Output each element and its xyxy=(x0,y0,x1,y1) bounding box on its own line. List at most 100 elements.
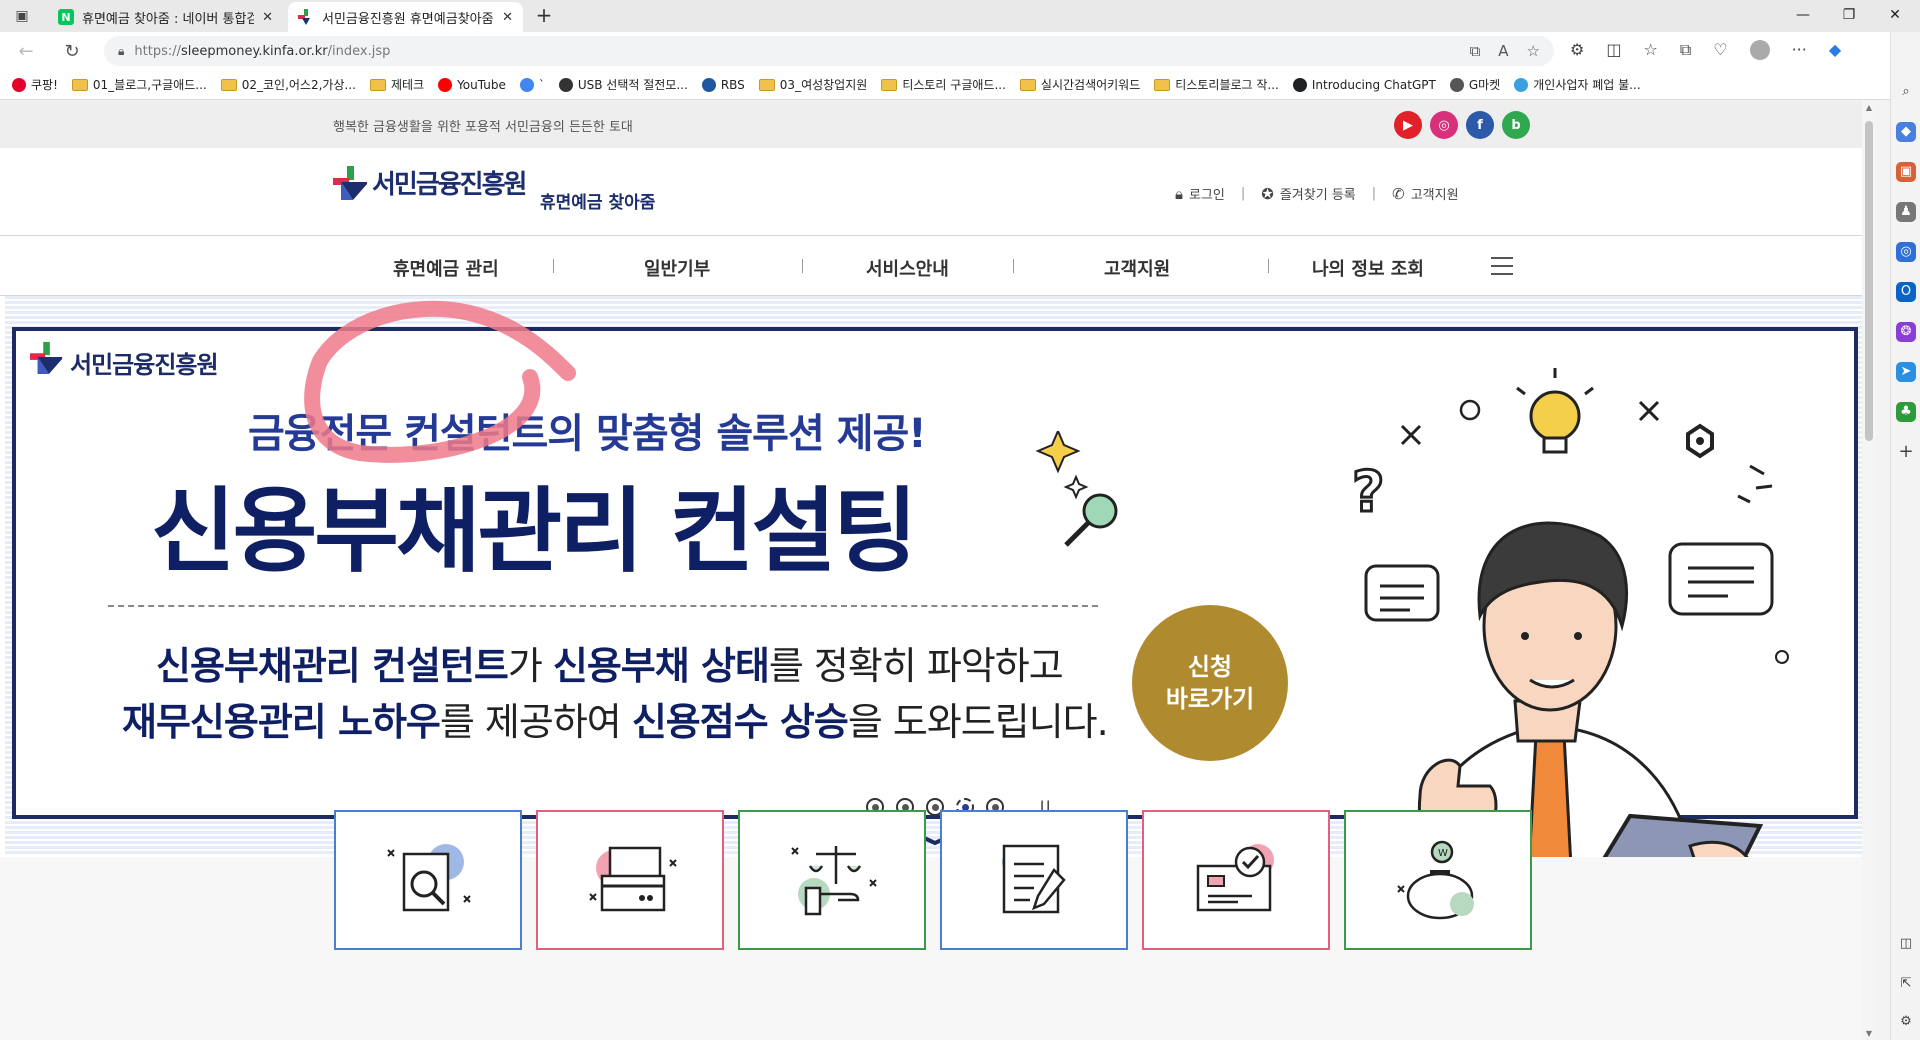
site-favicon-icon xyxy=(701,77,716,92)
quick-card-scale-hand[interactable] xyxy=(738,810,926,950)
settings-gear-icon[interactable]: ⚙ xyxy=(1896,1012,1916,1032)
lock-icon[interactable]: 🔒︎ xyxy=(118,44,124,59)
tab-actions-icon[interactable]: ▣ xyxy=(8,4,36,28)
search-icon[interactable]: ⌕ xyxy=(1896,82,1916,102)
apply-shortcut-button[interactable]: 신청 바로가기 xyxy=(1132,605,1288,761)
quick-card-document-pen[interactable] xyxy=(940,810,1128,950)
close-window-button[interactable]: ✕ xyxy=(1872,4,1918,26)
outlook-icon[interactable]: O xyxy=(1896,282,1916,302)
nav-customer-support[interactable]: 고객지원 xyxy=(1104,255,1170,281)
scroll-down-icon[interactable]: ▼ xyxy=(1864,1029,1874,1038)
bookmark-item[interactable]: 티스토리 구글애드... xyxy=(881,76,1006,93)
tree-icon[interactable]: ♣ xyxy=(1896,402,1916,422)
bookmark-item[interactable]: G마켓 xyxy=(1449,76,1500,93)
site-favicon-icon xyxy=(12,77,26,92)
popup-blocked-icon[interactable]: ⧉ xyxy=(1470,42,1481,60)
quick-card-search-document[interactable] xyxy=(334,810,522,950)
menu-hamburger-icon[interactable] xyxy=(1491,257,1513,275)
tools-icon[interactable]: ▣ xyxy=(1896,162,1916,182)
facebook-icon[interactable]: f xyxy=(1466,111,1494,139)
url-field[interactable]: 🔒︎ https://sleepmoney.kinfa.or.kr/index.… xyxy=(104,36,1554,66)
bookmark-item[interactable]: 개인사업자 폐업 불... xyxy=(1514,76,1641,93)
folder-icon xyxy=(1019,78,1036,91)
bookmark-item[interactable]: 티스토리블로그 작... xyxy=(1154,76,1279,93)
nav-dormant-deposit[interactable]: 휴면예금 관리 xyxy=(393,255,499,281)
main-navigation: 휴면예금 관리 일반기부 서비스안내 고객지원 나의 정보 조회 xyxy=(0,237,1862,296)
site-favicon-icon xyxy=(1514,77,1529,92)
site-tagline: 행복한 금융생활을 위한 포용적 서민금융의 든든한 토대 xyxy=(333,120,633,135)
logo-subtitle[interactable]: 휴면예금 찾아줌 xyxy=(540,188,655,213)
favorite-link[interactable]: ✪ 즐겨찾기 등록 xyxy=(1261,184,1355,204)
back-button[interactable]: ← xyxy=(14,40,38,64)
bookmark-item[interactable]: Introducing ChatGPT xyxy=(1292,77,1436,92)
folder-icon xyxy=(758,78,775,91)
microsoft365-icon[interactable]: ◎ xyxy=(1896,242,1916,262)
favorite-star-icon[interactable]: ☆ xyxy=(1527,42,1540,60)
magnifier-sparkle-icon xyxy=(1035,431,1118,547)
bookmark-item[interactable]: 실시간검색어키워드 xyxy=(1019,76,1140,93)
bookmark-item[interactable]: RBS xyxy=(701,77,745,92)
quick-card-card-payment[interactable] xyxy=(536,810,724,950)
games-icon[interactable]: ♟ xyxy=(1896,202,1916,222)
bookmark-item[interactable]: 01_블로그,구글애드... xyxy=(71,76,207,93)
shopping-tag-icon[interactable]: ◆ xyxy=(1896,122,1916,142)
kinfa-logo-icon[interactable] xyxy=(333,166,369,200)
bookmark-item[interactable]: 쿠팡! xyxy=(12,76,58,93)
browser-tab-naver[interactable]: N 휴면예금 찾아줌 : 네이버 통합검 ✕ xyxy=(48,2,283,32)
sidebar-toggle-icon[interactable]: ◫ xyxy=(1896,934,1916,954)
restore-button[interactable]: ❐ xyxy=(1826,4,1872,26)
blog-icon[interactable]: b xyxy=(1502,111,1530,139)
folder-icon xyxy=(220,78,237,91)
bookmark-item[interactable]: ` xyxy=(519,77,545,92)
utility-menu: 🔒︎ 로그인 | ✪ 즐겨찾기 등록 | ✆ 고객지원 xyxy=(1175,184,1459,204)
banner-text: 을 도와드립니다. xyxy=(847,700,1109,744)
new-tab-button[interactable]: + xyxy=(532,4,556,26)
bookmark-label: ` xyxy=(538,77,545,92)
nav-my-info[interactable]: 나의 정보 조회 xyxy=(1312,255,1424,281)
bookmark-item[interactable]: 03_여성창업지원 xyxy=(758,76,867,93)
split-screen-icon[interactable]: ◫ xyxy=(1606,40,1621,60)
bookmark-label: 01_블로그,구글애드... xyxy=(92,78,207,92)
close-tab-icon[interactable]: ✕ xyxy=(502,10,513,25)
url-actions: ⧉ A ☆ xyxy=(1470,42,1540,60)
page-scrollbar[interactable]: ▲ ▼ xyxy=(1862,101,1876,1040)
bookmark-label: 02_코인,어스2,가상... xyxy=(241,78,356,92)
bookmark-item[interactable]: USB 선택적 절전모... xyxy=(558,76,688,93)
nav-donation[interactable]: 일반기부 xyxy=(644,255,710,281)
instagram-icon[interactable]: ◎ xyxy=(1430,111,1458,139)
scroll-up-icon[interactable]: ▲ xyxy=(1864,103,1874,112)
more-menu-icon[interactable]: ··· xyxy=(1792,40,1807,60)
add-sidebar-app-icon[interactable]: + xyxy=(1896,442,1916,462)
external-link-icon[interactable]: ⇱ xyxy=(1896,974,1916,994)
card-payment-icon xyxy=(589,846,677,912)
favorites-icon[interactable]: ☆ xyxy=(1643,40,1657,60)
close-tab-icon[interactable]: ✕ xyxy=(262,10,273,25)
svg-text:?: ? xyxy=(1352,460,1384,525)
quick-card-piggy-bank[interactable]: W xyxy=(1344,810,1532,950)
youtube-icon[interactable]: ▶ xyxy=(1394,111,1422,139)
copilot-icon[interactable]: ◆ xyxy=(1829,40,1841,60)
bookmark-item[interactable]: YouTube xyxy=(438,77,506,92)
extensions-icon[interactable]: ⚙ xyxy=(1570,40,1584,60)
scale-hand-icon xyxy=(791,846,877,916)
support-link[interactable]: ✆ 고객지원 xyxy=(1392,184,1458,204)
refresh-button[interactable]: ↻ xyxy=(60,40,84,64)
read-aloud-icon[interactable]: A xyxy=(1498,42,1508,60)
logo-text[interactable]: 서민금융진흥원 xyxy=(372,164,527,201)
send-icon[interactable]: ➤ xyxy=(1896,362,1916,382)
minimize-button[interactable]: — xyxy=(1780,4,1826,26)
quick-card-card-check[interactable] xyxy=(1142,810,1330,950)
login-link[interactable]: 🔒︎ 로그인 xyxy=(1175,184,1225,204)
designer-icon[interactable]: ❂ xyxy=(1896,322,1916,342)
bookmark-item[interactable]: 02_코인,어스2,가상... xyxy=(220,76,356,93)
svg-text:W: W xyxy=(1438,848,1448,859)
nav-service-info[interactable]: 서비스안내 xyxy=(866,255,949,281)
bookmark-label: USB 선택적 절전모... xyxy=(577,78,688,92)
browser-tab-kinfa[interactable]: 서민금융진흥원 휴면예금찾아줌 ✕ xyxy=(288,2,523,32)
bookmarks-bar: 쿠팡! 01_블로그,구글애드... 02_코인,어스2,가상... 제테크 YouTu… xyxy=(0,70,1890,100)
bookmark-item[interactable]: 제테크 xyxy=(369,76,424,93)
profile-avatar-icon[interactable] xyxy=(1749,40,1770,60)
collections-icon[interactable]: ⧉ xyxy=(1680,40,1691,60)
performance-icon[interactable]: ♡ xyxy=(1713,40,1727,60)
scrollbar-thumb[interactable] xyxy=(1865,121,1873,441)
